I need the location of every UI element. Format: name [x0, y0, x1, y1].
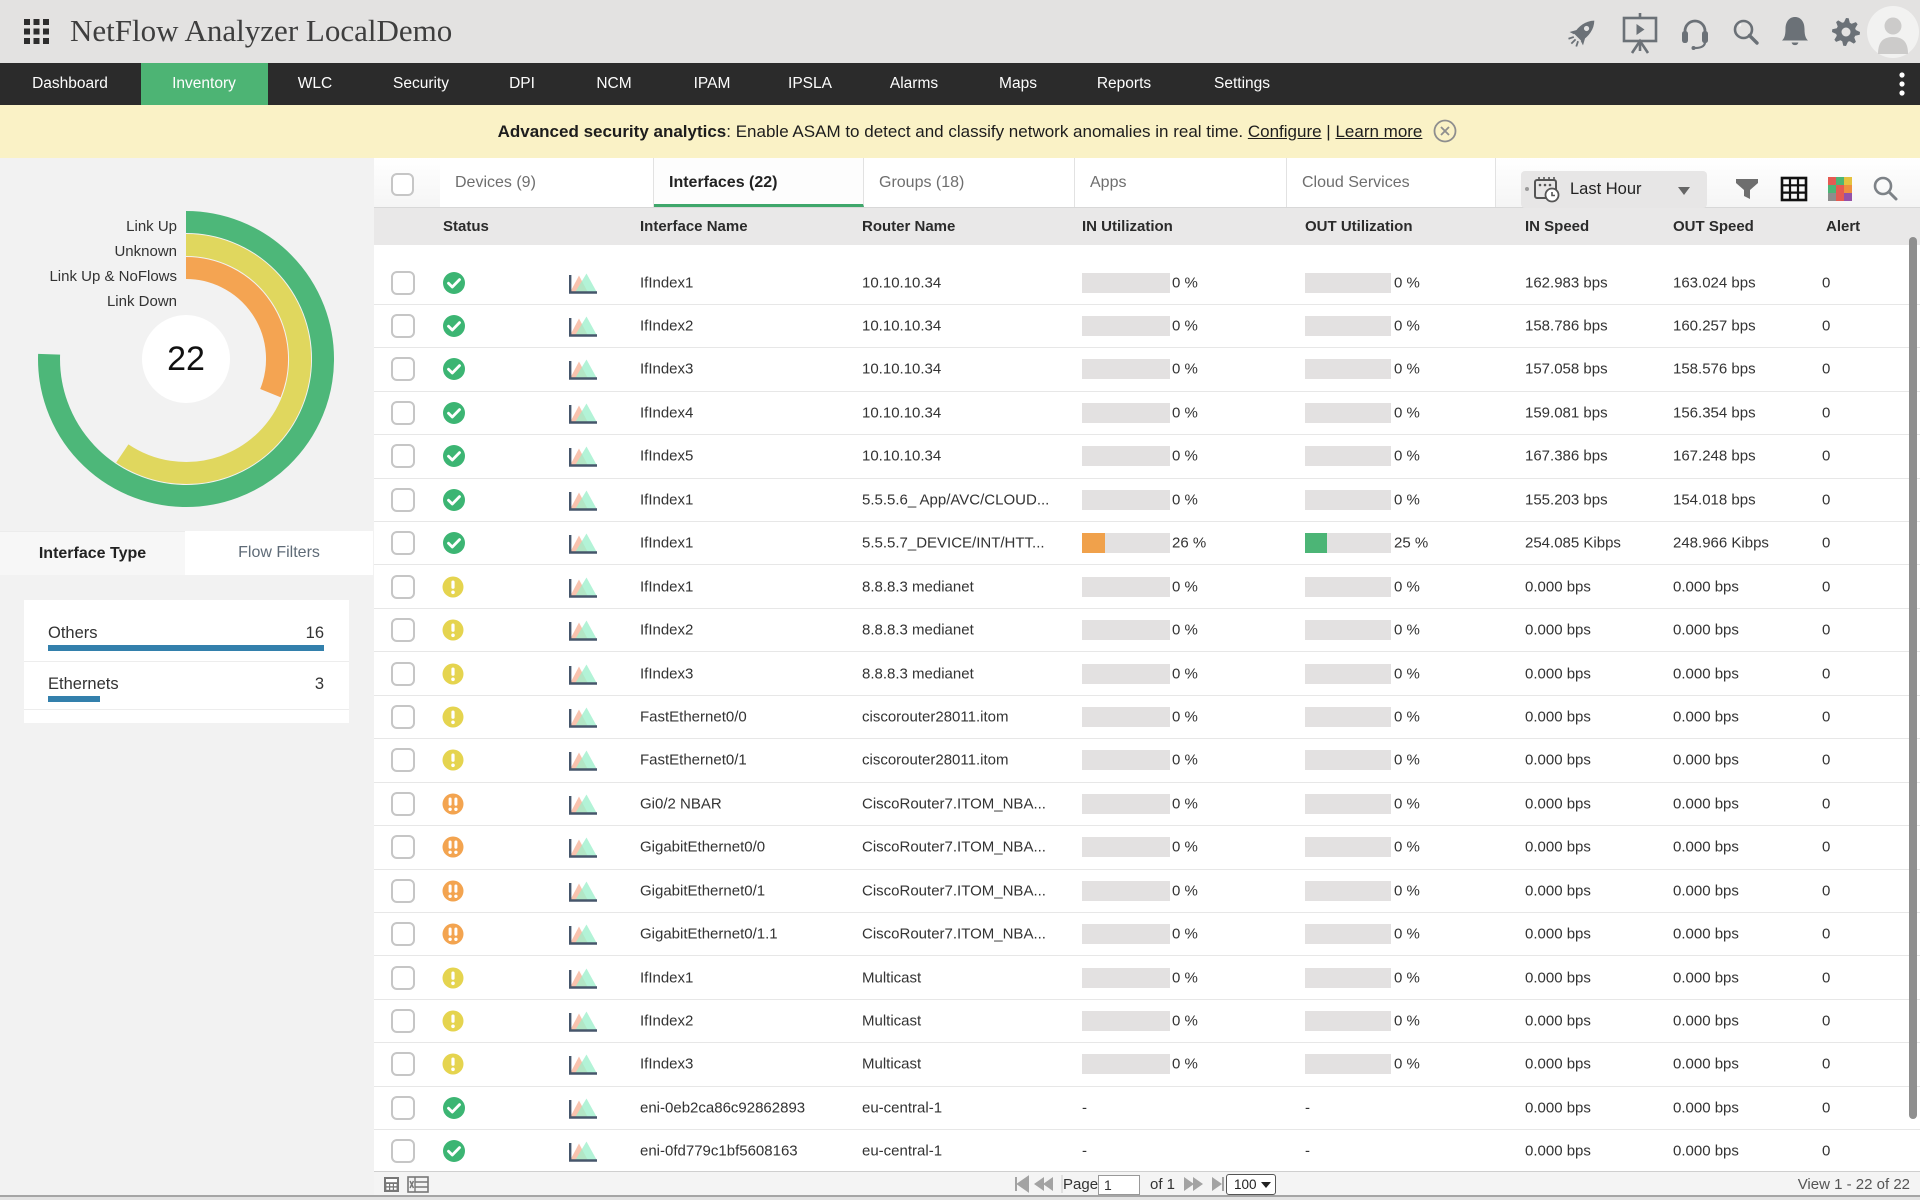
svg-text:22: 22 [167, 340, 205, 378]
